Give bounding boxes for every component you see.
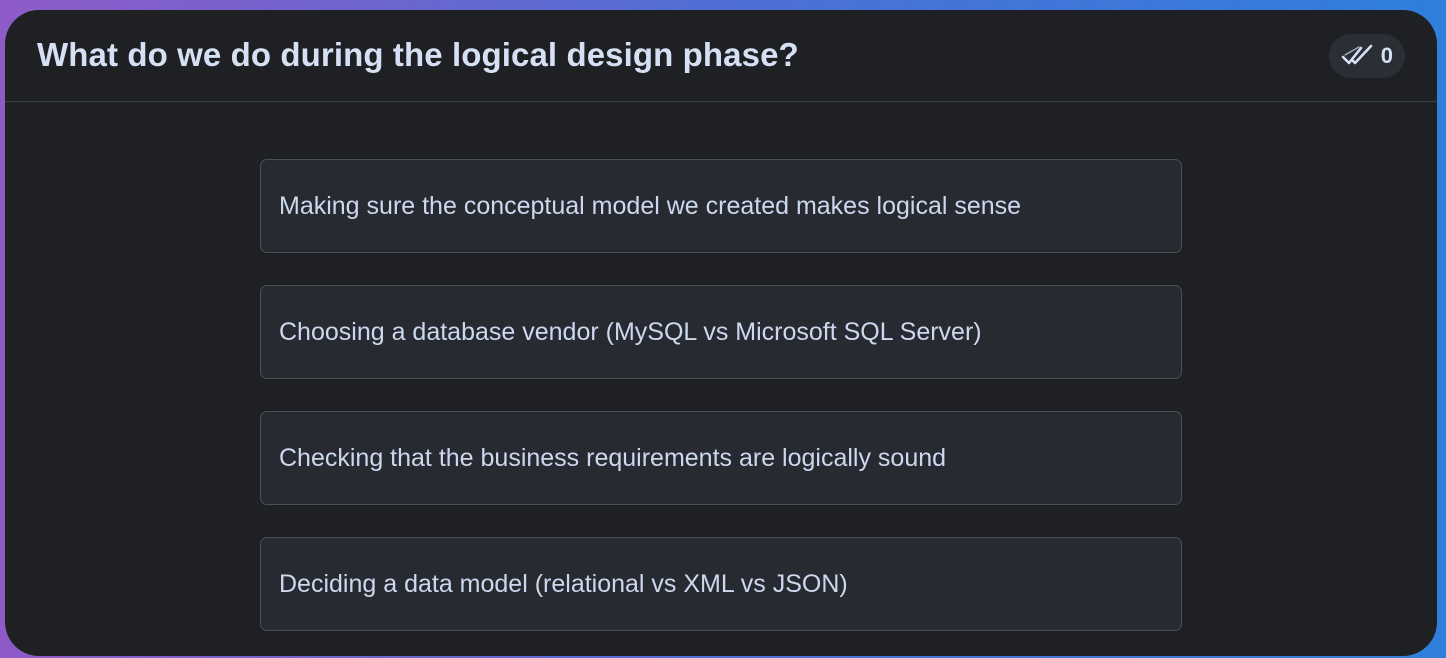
answer-option-label: Deciding a data model (relational vs XML…: [279, 570, 848, 598]
answer-option-1[interactable]: Making sure the conceptual model we crea…: [260, 159, 1182, 253]
card-header: What do we do during the logical design …: [5, 10, 1437, 102]
vote-count: 0: [1380, 43, 1393, 68]
answer-option-label: Checking that the business requirements …: [279, 444, 947, 472]
answer-option-label: Choosing a database vendor (MySQL vs Mic…: [279, 318, 982, 346]
double-check-icon: [1341, 43, 1375, 69]
question-card: What do we do during the logical design …: [5, 10, 1437, 656]
answer-option-3[interactable]: Checking that the business requirements …: [260, 411, 1182, 505]
answer-options: Making sure the conceptual model we crea…: [260, 159, 1182, 656]
answer-option-label: Making sure the conceptual model we crea…: [279, 192, 1022, 220]
vote-badge[interactable]: 0: [1328, 34, 1405, 78]
answer-option-2[interactable]: Choosing a database vendor (MySQL vs Mic…: [260, 285, 1182, 379]
answer-option-4[interactable]: Deciding a data model (relational vs XML…: [260, 537, 1182, 631]
question-title: What do we do during the logical design …: [37, 36, 799, 73]
